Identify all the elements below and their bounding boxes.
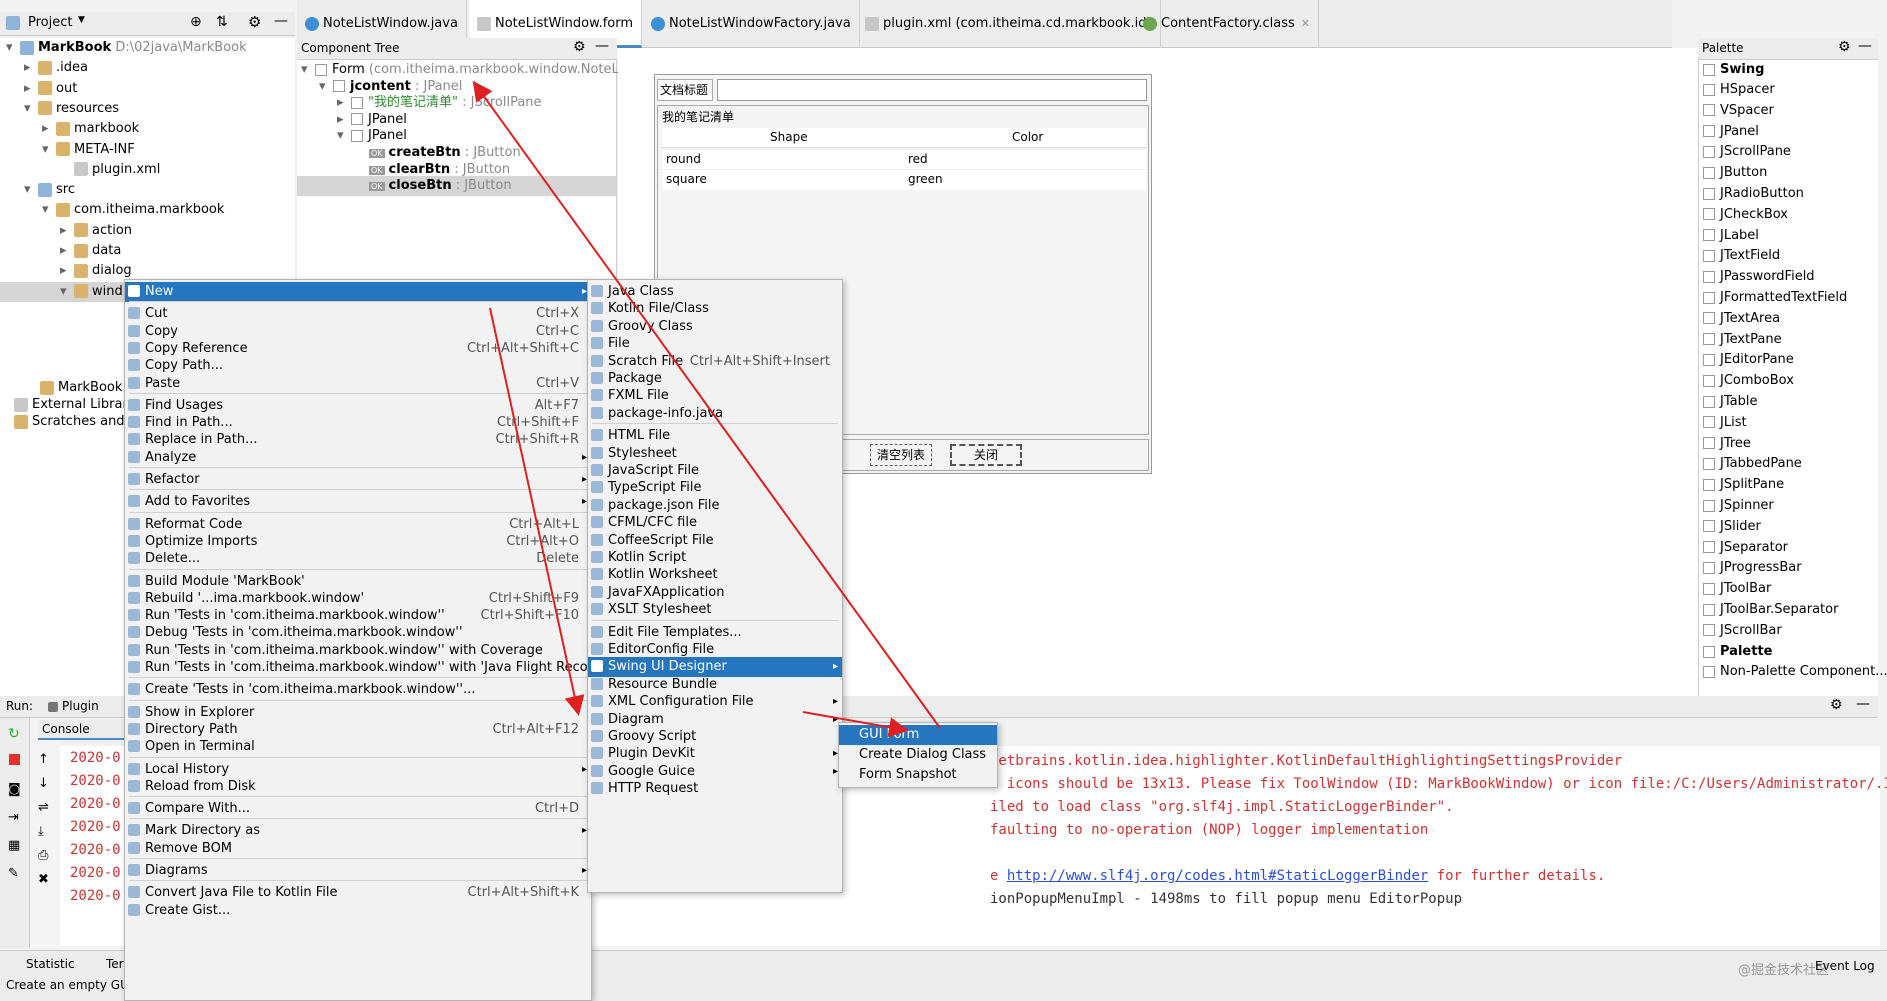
ide-window: Project ▼ ⊕ ⇅ ⚙ — ▾ MarkBook D:\02java\Ma… (0, 0, 1887, 1001)
annotation-arrow (489, 307, 585, 716)
annotation-arrow (472, 80, 941, 729)
annotation-arrow (802, 711, 909, 738)
annotation-arrows (472, 80, 941, 738)
